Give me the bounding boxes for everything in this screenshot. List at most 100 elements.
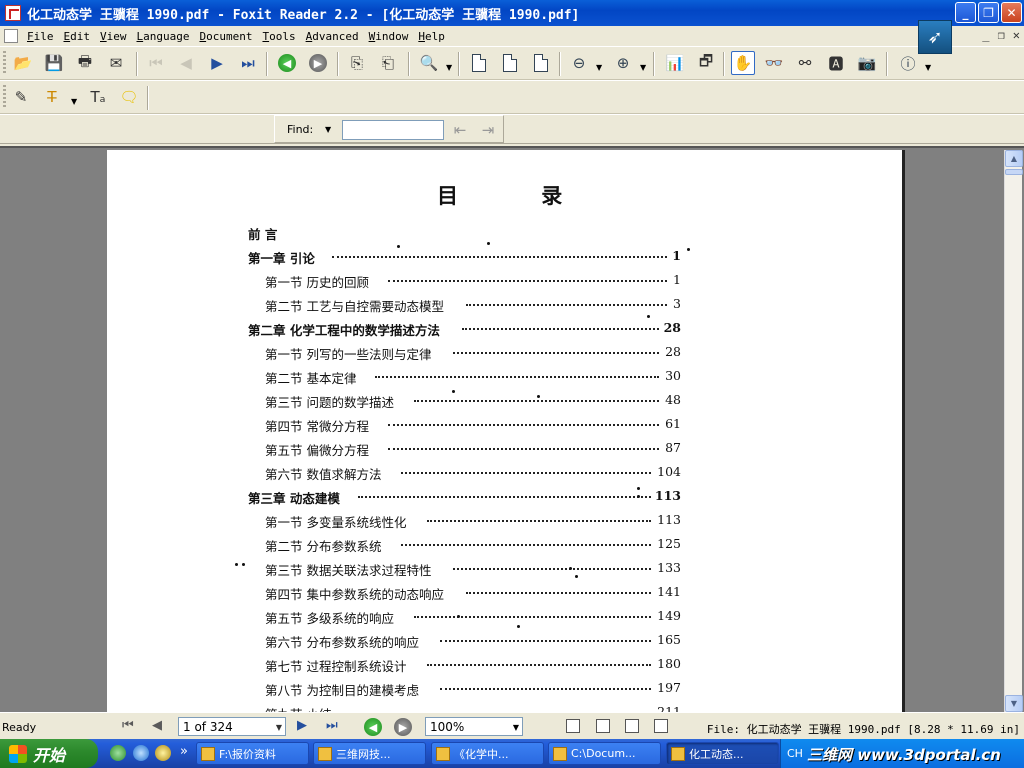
toc-entry[interactable]: 第六节 分布参数系统的响应 165 (265, 632, 681, 652)
continuous-view-icon[interactable] (596, 719, 610, 733)
menu-edit[interactable]: Edit (59, 30, 96, 43)
find-binoculars-icon[interactable]: ⚯ (793, 51, 817, 75)
single-page-view-icon[interactable] (566, 719, 580, 733)
find-previous-icon[interactable]: ⇤ (448, 118, 472, 142)
note-icon[interactable]: 🗨 (117, 85, 141, 109)
save-icon[interactable]: 💾 (42, 51, 66, 75)
document-icon[interactable] (4, 29, 18, 43)
page-dropdown-icon[interactable]: ▼ (276, 723, 282, 732)
open-folder-icon[interactable]: 📂 (11, 51, 35, 75)
next-page-nav-icon[interactable]: ▶ (297, 718, 307, 733)
minimize-button[interactable]: _ (955, 2, 976, 23)
actual-size-icon[interactable] (467, 51, 491, 75)
previous-page-icon[interactable]: ◀ (174, 51, 198, 75)
start-button[interactable]: 开始 (0, 739, 98, 768)
zoom-field[interactable]: 100% ▼ (425, 717, 523, 736)
last-page-icon[interactable]: ⏭ (236, 51, 260, 75)
toolbar-grip[interactable] (3, 85, 6, 109)
go-back-icon[interactable]: ◀ (275, 51, 299, 75)
zoom-dropdown-icon[interactable]: ▼ (446, 63, 452, 72)
toc-entry[interactable]: 第一章 引论 1 (248, 248, 681, 268)
email-icon[interactable]: ✉ (104, 51, 128, 75)
toc-entry[interactable]: 第三章 动态建模 113 (248, 488, 681, 508)
toolbar-grip[interactable] (3, 51, 6, 75)
network-icon[interactable] (110, 745, 126, 761)
internet-explorer-icon[interactable] (133, 745, 149, 761)
toc-entry[interactable]: 第七节 过程控制系统设计 180 (265, 656, 681, 676)
taskbar-button[interactable]: 化工动态... (666, 742, 779, 765)
select-text-icon[interactable]: 🅰 (824, 51, 848, 75)
rotate-left-icon[interactable]: ⎘ (345, 51, 369, 75)
fit-page-icon[interactable] (498, 51, 522, 75)
rotate-right-icon[interactable]: ⎗ (376, 51, 400, 75)
layout-icon[interactable]: 🗗 (694, 51, 718, 75)
taskbar-button[interactable]: 《化学中... (431, 742, 544, 765)
typewriter-icon[interactable]: ✎ (9, 85, 33, 109)
toc-entry[interactable]: 第二节 分布参数系统 125 (265, 536, 681, 556)
toc-entry[interactable]: 第二节 基本定律 30 (265, 368, 681, 388)
toc-entry[interactable]: 第三节 问题的数学描述 48 (265, 392, 681, 412)
scroll-up-arrow-icon[interactable]: ▲ (1005, 150, 1023, 167)
snapshot-icon[interactable]: 📷 (855, 51, 879, 75)
document-viewport[interactable]: 目 录 前 言第一章 引论 1 第一节 历史的回顾 1 第二节 工艺与自控需要动态模型 3… (0, 146, 1024, 716)
zoom-in-icon[interactable]: 🔍 (417, 51, 441, 75)
forward-nav-icon[interactable]: ▶ (391, 715, 415, 739)
first-page-icon[interactable]: ⏮ (144, 51, 168, 75)
next-page-icon[interactable]: ▶ (205, 51, 229, 75)
loupe-icon[interactable]: 👓 (762, 51, 786, 75)
highlight-icon[interactable]: T̶ (40, 85, 64, 109)
quicklaunch-more[interactable]: » (180, 744, 188, 759)
doc-minimize-button[interactable]: _ (982, 28, 989, 42)
zoom-in-circle-icon[interactable]: ⊕ (611, 51, 635, 75)
maximize-button[interactable]: ❐ (978, 2, 999, 23)
fit-width-icon[interactable] (529, 51, 553, 75)
back-nav-icon[interactable]: ◀ (361, 715, 385, 739)
toc-entry[interactable]: 前 言 (248, 224, 681, 244)
zoom-out-circle-icon[interactable]: ⊖ (567, 51, 591, 75)
toc-entry[interactable]: 第五节 多级系统的响应 149 (265, 608, 681, 628)
toc-entry[interactable]: 第四节 常微分方程 61 (265, 416, 681, 436)
highlight-dropdown-icon[interactable]: ▼ (71, 97, 77, 106)
menu-advanced[interactable]: Advanced (301, 30, 364, 43)
toc-entry[interactable]: 第一节 多变量系统线性化 113 (265, 512, 681, 532)
facing-view-icon[interactable] (625, 719, 639, 733)
page-number-field[interactable]: 1 of 324 ▼ (178, 717, 286, 736)
menu-language[interactable]: Language (132, 30, 195, 43)
toc-entry[interactable]: 第四节 集中参数系统的动态响应 141 (265, 584, 681, 604)
toc-entry[interactable]: 第一节 历史的回顾 1 (265, 272, 681, 292)
zoom-out-dropdown-icon[interactable]: ▼ (596, 63, 602, 72)
menu-view[interactable]: View (95, 30, 132, 43)
toc-entry[interactable]: 第二章 化学工程中的数学描述方法 28 (248, 320, 681, 340)
toc-entry[interactable]: 第二节 工艺与自控需要动态模型 3 (265, 296, 681, 316)
vertical-scrollbar[interactable]: ▲ ▼ (1004, 150, 1023, 712)
toc-entry[interactable]: 第八节 为控制目的建模考虑 197 (265, 680, 681, 700)
taskbar-button[interactable]: 三维网技... (313, 742, 426, 765)
foxit-app-icon[interactable] (5, 5, 21, 21)
menu-window[interactable]: Window (364, 30, 414, 43)
zoom-field-dropdown-icon[interactable]: ▼ (513, 723, 519, 732)
menu-tools[interactable]: Tools (257, 30, 300, 43)
bookmarks-icon[interactable]: 📊 (663, 51, 687, 75)
language-indicator[interactable]: CH (787, 747, 803, 760)
taskbar-button[interactable]: F:\报价资料 (196, 742, 309, 765)
menu-document[interactable]: Document (194, 30, 257, 43)
pdf-page[interactable]: 目 录 前 言第一章 引论 1 第一节 历史的回顾 1 第二节 工艺与自控需要动态模型 3… (107, 150, 902, 716)
taskbar-button[interactable]: C:\Docum... (548, 742, 661, 765)
doc-restore-button[interactable]: ❐ (998, 28, 1005, 42)
toc-entry[interactable]: 第五节 偏微分方程 87 (265, 440, 681, 460)
first-page-nav-icon[interactable]: ⏮ (122, 718, 134, 733)
prev-page-nav-icon[interactable]: ◀ (152, 718, 162, 733)
find-input[interactable] (342, 120, 444, 140)
info-dropdown-icon[interactable]: ▼ (925, 63, 931, 72)
find-next-icon[interactable]: ⇥ (476, 118, 500, 142)
close-button[interactable]: ✕ (1001, 2, 1022, 23)
go-forward-icon[interactable]: ▶ (306, 51, 330, 75)
scroll-down-arrow-icon[interactable]: ▼ (1005, 695, 1023, 712)
menu-help[interactable]: Help (413, 30, 450, 43)
text-format-icon[interactable]: Tₐ (86, 85, 110, 109)
info-icon[interactable]: ⓘ (896, 51, 920, 75)
doc-close-button[interactable]: ✕ (1013, 28, 1020, 42)
toc-entry[interactable]: 第六节 数值求解方法 104 (265, 464, 681, 484)
messenger-icon[interactable] (155, 745, 171, 761)
continuous-facing-view-icon[interactable] (654, 719, 668, 733)
